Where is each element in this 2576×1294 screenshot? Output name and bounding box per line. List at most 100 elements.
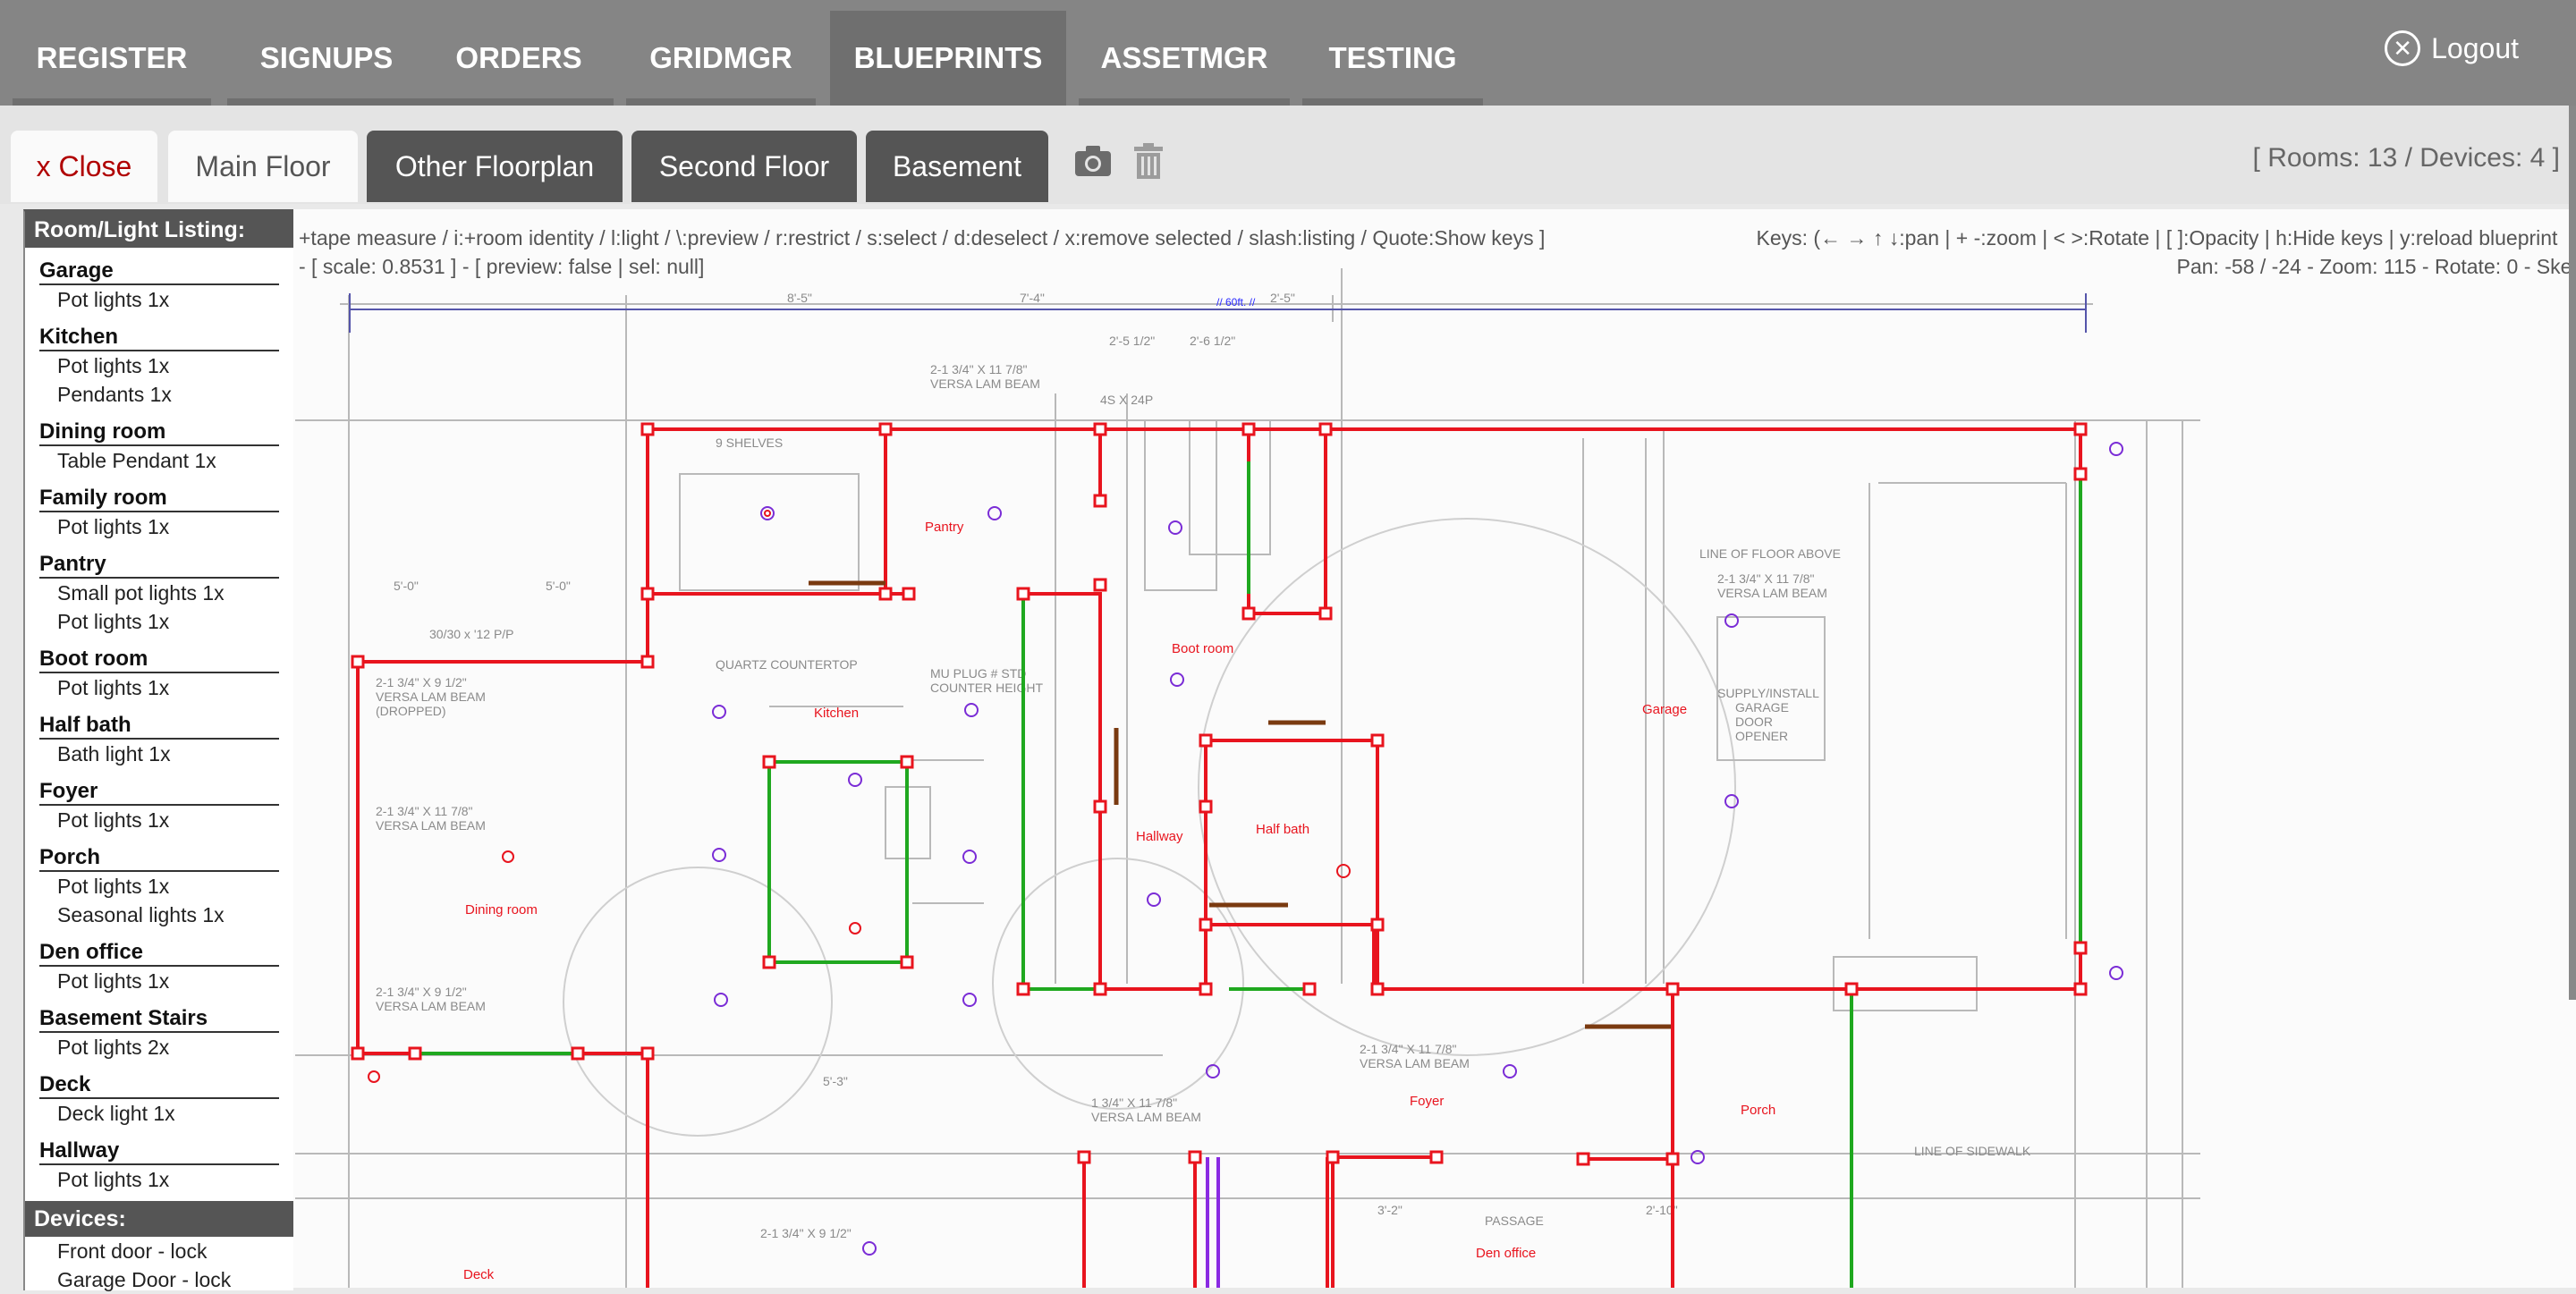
light-fixtures[interactable] bbox=[713, 443, 2123, 1255]
light-item[interactable]: Pot lights 1x bbox=[39, 285, 279, 314]
room-entry[interactable]: Basement StairsPot lights 2x bbox=[39, 995, 279, 1061]
floorplan-drawing[interactable]: 2-1 3/4" X 11 7/8" VERSA LAM BEAM 4S X 2… bbox=[292, 209, 2576, 1288]
light-item[interactable]: Pot lights 1x bbox=[39, 872, 279, 901]
light-item[interactable]: Bath light 1x bbox=[39, 740, 279, 768]
nav-tab-register[interactable]: REGISTER bbox=[13, 11, 211, 106]
tape-measure-label: // 60ft. // bbox=[1216, 296, 1256, 309]
room-entry[interactable]: PorchPot lights 1xSeasonal lights 1x bbox=[39, 834, 279, 929]
light-item[interactable]: Small pot lights 1x bbox=[39, 579, 279, 607]
room-entry[interactable]: Boot roomPot lights 1x bbox=[39, 636, 279, 702]
room-name[interactable]: Half bath bbox=[39, 702, 279, 740]
room-label-porch: Porch bbox=[1741, 1103, 1775, 1118]
light-item[interactable]: Pot lights 1x bbox=[39, 512, 279, 541]
room-entry[interactable]: Den officePot lights 1x bbox=[39, 929, 279, 995]
svg-text:DOOR: DOOR bbox=[1735, 715, 1773, 729]
room-entry[interactable]: Family roomPot lights 1x bbox=[39, 475, 279, 541]
svg-text:VERSA LAM BEAM: VERSA LAM BEAM bbox=[930, 376, 1040, 391]
tab-second-floor[interactable]: Second Floor bbox=[631, 131, 857, 202]
room-name[interactable]: Den office bbox=[39, 929, 279, 967]
room-name[interactable]: Family room bbox=[39, 475, 279, 512]
key-help-right: Keys: (← → ↑ ↓:pan | + -:zoom | < >:Rota… bbox=[1757, 224, 2576, 281]
nav-tab-label: SIGNUPS bbox=[260, 41, 394, 74]
tab-basement[interactable]: Basement bbox=[866, 131, 1048, 202]
svg-text:3'-2": 3'-2" bbox=[1377, 1203, 1402, 1217]
close-tab-label: x Close bbox=[37, 150, 132, 182]
svg-text:9 SHELVES: 9 SHELVES bbox=[716, 436, 783, 450]
light-item[interactable]: Table Pendant 1x bbox=[39, 446, 279, 475]
room-walls-green[interactable] bbox=[415, 461, 2080, 1288]
svg-text:LINE OF FLOOR ABOVE: LINE OF FLOOR ABOVE bbox=[1699, 546, 1841, 561]
room-name[interactable]: Porch bbox=[39, 834, 279, 872]
pan-zoom-status: Pan: -58 / -24 - Zoom: 115 - Rotate: 0 -… bbox=[2177, 252, 2576, 281]
room-entry[interactable]: Dining roomTable Pendant 1x bbox=[39, 409, 279, 475]
room-name[interactable]: Foyer bbox=[39, 768, 279, 806]
room-label-pantry: Pantry bbox=[925, 520, 964, 535]
light-item[interactable]: Pot lights 1x bbox=[39, 607, 279, 636]
room-name[interactable]: Deck bbox=[39, 1061, 279, 1099]
room-label-garage: Garage bbox=[1642, 702, 1687, 717]
room-name[interactable]: Pantry bbox=[39, 541, 279, 579]
tape-measure[interactable]: // 60ft. // bbox=[350, 293, 2086, 333]
svg-text:(DROPPED): (DROPPED) bbox=[376, 704, 446, 718]
light-item[interactable]: Pot lights 2x bbox=[39, 1033, 279, 1061]
blueprint-linework bbox=[295, 268, 2200, 1288]
key-help-line: +tape measure / i:+room identity / l:lig… bbox=[299, 224, 1545, 252]
page-scrollbar[interactable] bbox=[2569, 106, 2576, 1000]
close-tab[interactable]: x Close bbox=[11, 131, 157, 202]
nav-tab-blueprints[interactable]: BLUEPRINTS bbox=[830, 11, 1066, 106]
room-label-kitchen: Kitchen bbox=[814, 706, 859, 721]
room-name[interactable]: Hallway bbox=[39, 1128, 279, 1165]
room-name[interactable]: Basement Stairs bbox=[39, 995, 279, 1033]
light-item[interactable]: Pot lights 1x bbox=[39, 806, 279, 834]
rooms-devices-count: [ Rooms: 13 / Devices: 4 ] bbox=[2253, 143, 2560, 173]
room-label-foyer: Foyer bbox=[1410, 1094, 1444, 1109]
close-circle-icon: ✕ bbox=[2385, 30, 2420, 66]
status-line: - [ scale: 0.8531 ] - [ preview: false |… bbox=[299, 252, 1545, 281]
device-item[interactable]: Front door - lock bbox=[25, 1237, 293, 1265]
room-entry[interactable]: PantrySmall pot lights 1xPot lights 1x bbox=[39, 541, 279, 636]
room-name[interactable]: Dining room bbox=[39, 409, 279, 446]
svg-text:PASSAGE: PASSAGE bbox=[1485, 1214, 1544, 1228]
light-item[interactable]: Deck light 1x bbox=[39, 1099, 279, 1128]
room-name[interactable]: Garage bbox=[39, 248, 279, 285]
svg-text:2-1 3/4" X 9 1/2": 2-1 3/4" X 9 1/2" bbox=[376, 675, 467, 689]
nav-tab-assetmgr[interactable]: ASSETMGR bbox=[1079, 11, 1290, 106]
light-item[interactable]: Pot lights 1x bbox=[39, 673, 279, 702]
svg-text:5'-0": 5'-0" bbox=[546, 579, 571, 593]
room-label-hallway: Hallway bbox=[1136, 829, 1183, 844]
light-item[interactable]: Pot lights 1x bbox=[39, 967, 279, 995]
nav-tab-orders[interactable]: ORDERS bbox=[424, 11, 614, 106]
camera-icon[interactable] bbox=[1073, 141, 1113, 181]
svg-text:2-1 3/4" X 11 7/8": 2-1 3/4" X 11 7/8" bbox=[1360, 1042, 1457, 1056]
trash-icon[interactable] bbox=[1129, 141, 1168, 181]
room-light-listing: Room/Light Listing: GaragePot lights 1xK… bbox=[23, 209, 293, 1290]
light-item[interactable]: Pendants 1x bbox=[39, 380, 279, 409]
room-entry[interactable]: HallwayPot lights 1x bbox=[39, 1128, 279, 1194]
tab-main-floor[interactable]: Main Floor bbox=[168, 131, 358, 202]
tab-label: Other Floorplan bbox=[395, 150, 594, 182]
red-fixtures[interactable] bbox=[369, 511, 1350, 1082]
nav-tab-testing[interactable]: TESTING bbox=[1302, 11, 1483, 106]
room-labels[interactable]: Pantry Kitchen Dining room Boot room Hal… bbox=[463, 520, 1775, 1282]
room-label-half-bath: Half bath bbox=[1256, 822, 1309, 837]
nav-tab-signups[interactable]: SIGNUPS bbox=[227, 11, 426, 106]
room-entry[interactable]: GaragePot lights 1x bbox=[39, 248, 279, 314]
room-label-deck: Deck bbox=[463, 1267, 495, 1282]
svg-text:GARAGE: GARAGE bbox=[1735, 700, 1789, 715]
room-entry[interactable]: Half bathBath light 1x bbox=[39, 702, 279, 768]
svg-text:2-1 3/4" X 9 1/2": 2-1 3/4" X 9 1/2" bbox=[760, 1226, 852, 1240]
room-entry[interactable]: FoyerPot lights 1x bbox=[39, 768, 279, 834]
room-entry[interactable]: KitchenPot lights 1xPendants 1x bbox=[39, 314, 279, 409]
room-entry[interactable]: DeckDeck light 1x bbox=[39, 1061, 279, 1128]
nav-tab-gridmgr[interactable]: GRIDMGR bbox=[626, 11, 816, 106]
room-name[interactable]: Boot room bbox=[39, 636, 279, 673]
room-name[interactable]: Kitchen bbox=[39, 314, 279, 351]
light-item[interactable]: Pot lights 1x bbox=[39, 351, 279, 380]
light-item[interactable]: Pot lights 1x bbox=[39, 1165, 279, 1194]
light-item[interactable]: Seasonal lights 1x bbox=[39, 901, 279, 929]
device-item[interactable]: Garage Door - lock bbox=[25, 1265, 293, 1294]
tab-other-floorplan[interactable]: Other Floorplan bbox=[367, 131, 623, 202]
room-label-boot-room: Boot room bbox=[1172, 641, 1233, 656]
blueprint-canvas[interactable]: 2-1 3/4" X 11 7/8" VERSA LAM BEAM 4S X 2… bbox=[292, 209, 2576, 1288]
logout-button[interactable]: ✕ Logout bbox=[2385, 30, 2519, 66]
